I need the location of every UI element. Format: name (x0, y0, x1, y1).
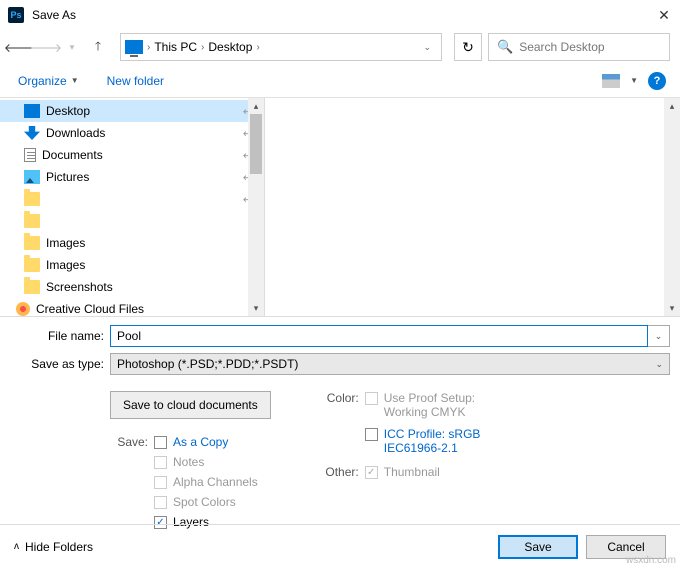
pics-icon (24, 170, 40, 184)
search-icon: 🔍 (497, 39, 513, 55)
tree-item-label: Documents (42, 148, 103, 162)
search-input[interactable]: 🔍 Search Desktop (488, 33, 670, 61)
toolbar: Organize ▼ New folder ▼ ? (0, 64, 680, 98)
filename-label: File name: (0, 329, 110, 343)
alpha-checkbox (154, 476, 167, 489)
desktop-icon (24, 104, 40, 118)
window-title: Save As (32, 8, 656, 22)
chevron-up-icon: ʌ (14, 541, 19, 552)
tree-item[interactable]: Documents↙ (0, 144, 264, 166)
tree-item[interactable]: Images (0, 254, 264, 276)
tree-item-label: Images (46, 236, 85, 250)
tree-item-label: Pictures (46, 170, 89, 184)
breadcrumb[interactable]: › This PC › Desktop › ⌄ (120, 33, 442, 61)
tree-item[interactable]: Downloads↙ (0, 122, 264, 144)
ascopy-label[interactable]: As a Copy (173, 435, 228, 449)
breadcrumb-root[interactable]: This PC (154, 40, 197, 54)
tree-item[interactable]: Creative Cloud Files (0, 298, 264, 316)
chevron-right-icon[interactable]: › (145, 42, 152, 53)
tree-item-label: Screenshots (46, 280, 113, 294)
spot-checkbox (154, 496, 167, 509)
breadcrumb-dropdown-icon[interactable]: ⌄ (417, 42, 437, 53)
color-label: Color: (321, 391, 359, 405)
saveastype-label: Save as type: (0, 357, 110, 371)
saveastype-select[interactable]: Photoshop (*.PSD;*.PDD;*.PSDT) ⌄ (110, 353, 670, 375)
organize-button[interactable]: Organize ▼ (14, 72, 83, 90)
tree-item-label: Desktop (46, 104, 90, 118)
folder-tree[interactable]: Desktop↙Downloads↙Documents↙Pictures↙↙ Im… (0, 98, 264, 316)
view-icon[interactable] (602, 74, 620, 88)
icc-label-2[interactable]: IEC61966-2.1 (384, 441, 481, 455)
icc-checkbox[interactable] (365, 428, 378, 441)
content-scrollbar[interactable]: ▴ ▾ (664, 98, 680, 316)
tree-item-label: Creative Cloud Files (36, 302, 144, 316)
hide-folders-button[interactable]: ʌ Hide Folders (14, 540, 93, 554)
chevron-right-icon[interactable]: › (199, 42, 206, 53)
scroll-thumb[interactable] (250, 114, 262, 174)
recent-dropdown-icon[interactable]: ▾ (62, 37, 82, 57)
forward-button: 🡒 (36, 37, 56, 57)
save-to-cloud-button[interactable]: Save to cloud documents (110, 391, 271, 419)
proof-checkbox (365, 392, 378, 405)
tree-item-label: Images (46, 258, 85, 272)
scroll-up-icon[interactable]: ▴ (248, 98, 264, 114)
up-button[interactable]: 🡑 (88, 37, 108, 57)
new-folder-button[interactable]: New folder (103, 72, 168, 90)
thumbnail-checkbox (365, 466, 378, 479)
proof-label-2: Working CMYK (384, 405, 475, 419)
folder-icon (24, 236, 40, 250)
notes-label: Notes (173, 455, 204, 469)
close-icon[interactable]: ✕ (656, 7, 672, 23)
search-placeholder: Search Desktop (519, 40, 604, 54)
chevron-down-icon[interactable]: ▼ (630, 76, 638, 85)
cc-icon (16, 302, 30, 316)
other-label: Other: (321, 465, 359, 479)
tree-scrollbar[interactable]: ▴ ▾ (248, 98, 264, 316)
refresh-button[interactable]: ↻ (454, 33, 482, 61)
tree-item[interactable]: Pictures↙ (0, 166, 264, 188)
scroll-down-icon[interactable]: ▾ (664, 300, 680, 316)
docs-icon (24, 148, 36, 162)
titlebar: Ps Save As ✕ (0, 0, 680, 30)
help-icon[interactable]: ? (648, 72, 666, 90)
tree-item[interactable]: Desktop↙ (0, 100, 264, 122)
save-button[interactable]: Save (498, 535, 578, 559)
tree-item[interactable]: Images (0, 232, 264, 254)
file-list[interactable]: ▴ ▾ (265, 98, 680, 316)
notes-checkbox (154, 456, 167, 469)
navigation-bar: 🡐 🡒 ▾ 🡑 › This PC › Desktop › ⌄ ↻ 🔍 Sear… (0, 30, 680, 64)
ascopy-checkbox[interactable] (154, 436, 167, 449)
down-icon (24, 126, 40, 140)
tree-item[interactable]: ↙ (0, 188, 264, 210)
back-button[interactable]: 🡐 (10, 37, 30, 57)
pc-icon (125, 40, 143, 54)
save-label: Save: (110, 435, 148, 449)
folder-icon (24, 214, 40, 228)
tree-item[interactable]: Screenshots (0, 276, 264, 298)
thumbnail-label: Thumbnail (384, 465, 440, 479)
chevron-down-icon: ⌄ (655, 359, 663, 370)
scroll-down-icon[interactable]: ▾ (248, 300, 264, 316)
spot-label: Spot Colors (173, 495, 236, 509)
footer: ʌ Hide Folders Save Cancel (0, 524, 680, 568)
scroll-up-icon[interactable]: ▴ (664, 98, 680, 114)
folder-icon (24, 280, 40, 294)
folder-icon (24, 258, 40, 272)
filename-dropdown-icon[interactable]: ⌄ (648, 325, 670, 347)
folder-icon (24, 192, 40, 206)
alpha-label: Alpha Channels (173, 475, 258, 489)
photoshop-icon: Ps (8, 7, 24, 23)
proof-label-1: Use Proof Setup: (384, 391, 475, 405)
chevron-down-icon: ▼ (71, 76, 79, 85)
tree-item[interactable] (0, 210, 264, 232)
breadcrumb-folder[interactable]: Desktop (208, 40, 252, 54)
watermark: wsxdn.com (626, 555, 676, 566)
tree-item-label: Downloads (46, 126, 105, 140)
filename-input[interactable] (110, 325, 648, 347)
chevron-right-icon[interactable]: › (254, 42, 261, 53)
icc-label-1[interactable]: ICC Profile: sRGB (384, 427, 481, 441)
save-form: File name: ⌄ Save as type: Photoshop (*.… (0, 316, 680, 537)
